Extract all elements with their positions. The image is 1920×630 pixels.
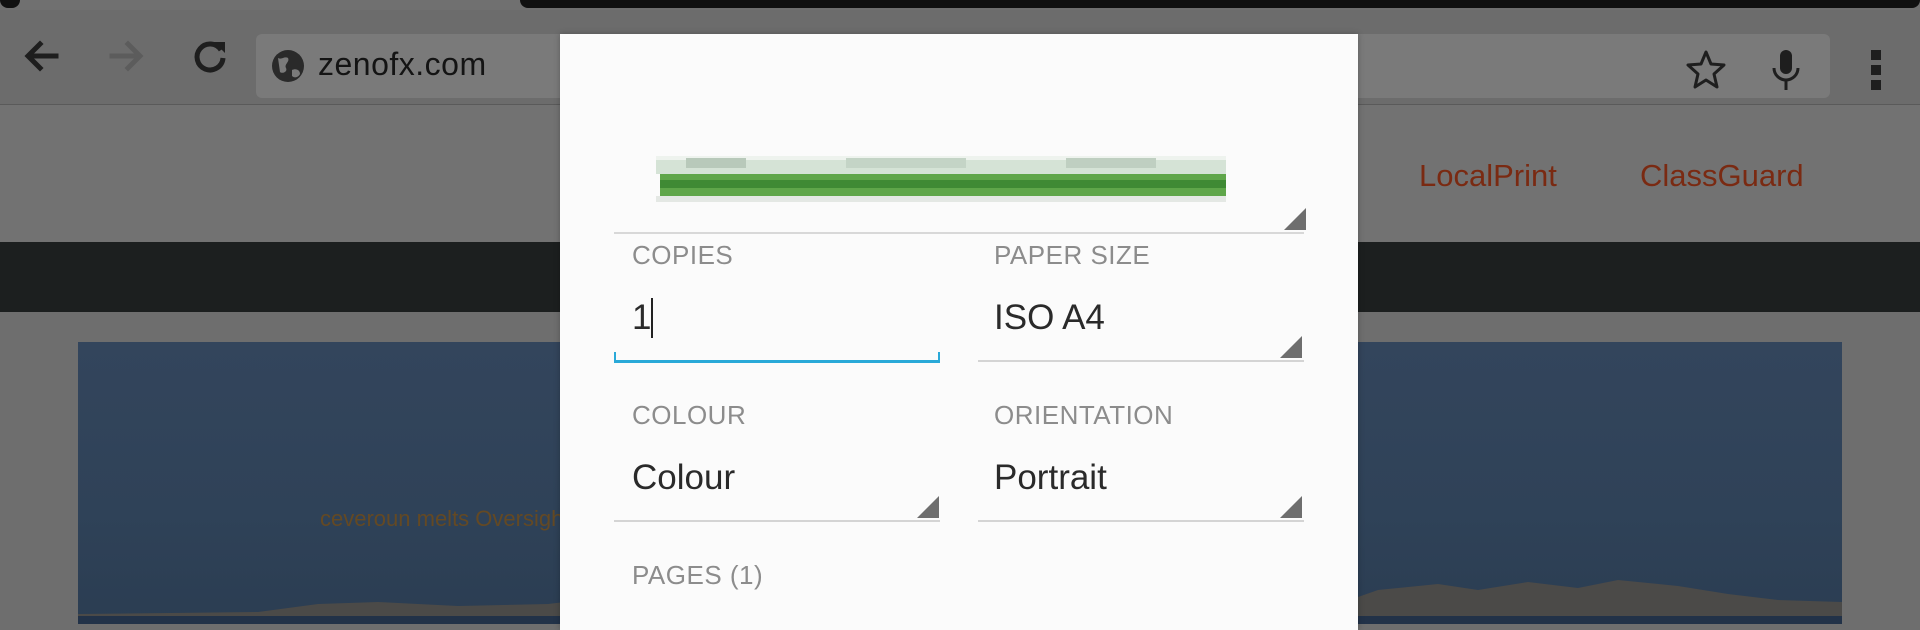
tab-strip <box>0 0 1920 10</box>
star-icon <box>1686 50 1726 89</box>
orientation-dropdown-icon[interactable] <box>1280 496 1302 518</box>
nav-link-localprint[interactable]: LocalPrint <box>1419 158 1557 194</box>
bookmark-button[interactable] <box>1682 46 1730 94</box>
microphone-icon <box>1772 50 1800 90</box>
orientation-select[interactable]: Portrait <box>994 458 1107 498</box>
colour-dropdown-icon[interactable] <box>917 496 939 518</box>
copies-input[interactable]: 1 <box>632 298 651 338</box>
print-dialog: COPIES 1 PAPER SIZE ISO A4 COLOUR Colour… <box>560 34 1358 630</box>
pages-label: PAGES (1) <box>632 560 764 590</box>
url-text[interactable]: zenofx.com <box>318 46 487 83</box>
paper-size-dropdown-icon[interactable] <box>1280 336 1302 358</box>
dropdown-corner-icon <box>1284 208 1306 230</box>
colour-select[interactable]: Colour <box>632 458 735 498</box>
globe-icon <box>272 50 304 82</box>
overflow-menu-icon <box>1871 50 1881 90</box>
reload-button[interactable] <box>184 30 236 82</box>
tab-edge[interactable] <box>0 0 20 8</box>
back-button[interactable] <box>16 30 68 82</box>
nav-link-classguard[interactable]: ClassGuard <box>1640 158 1804 194</box>
copies-label: COPIES <box>632 240 734 270</box>
print-preview[interactable] <box>614 114 1306 234</box>
menu-button[interactable] <box>1852 46 1900 94</box>
forward-button[interactable] <box>100 30 152 82</box>
paper-size-underline <box>978 360 1304 362</box>
paper-size-label: PAPER SIZE <box>994 240 1151 270</box>
voice-search-button[interactable] <box>1762 46 1810 94</box>
copies-field-underline <box>614 360 940 363</box>
copies-field-right-tick <box>938 352 940 362</box>
colour-underline <box>614 520 940 522</box>
arrow-left-icon <box>24 40 59 72</box>
arrow-right-icon <box>109 40 144 72</box>
hero-caption: ceveroun melts Oversighe <box>320 506 576 531</box>
paper-size-select[interactable]: ISO A4 <box>994 298 1105 338</box>
orientation-underline <box>978 520 1304 522</box>
orientation-label: ORIENTATION <box>994 400 1174 430</box>
preview-thumbnail <box>656 156 1226 202</box>
active-tab[interactable] <box>520 0 1920 8</box>
colour-label: COLOUR <box>632 400 747 430</box>
copies-field-left-tick <box>614 352 616 362</box>
reload-icon <box>194 41 226 73</box>
text-caret <box>651 298 653 338</box>
